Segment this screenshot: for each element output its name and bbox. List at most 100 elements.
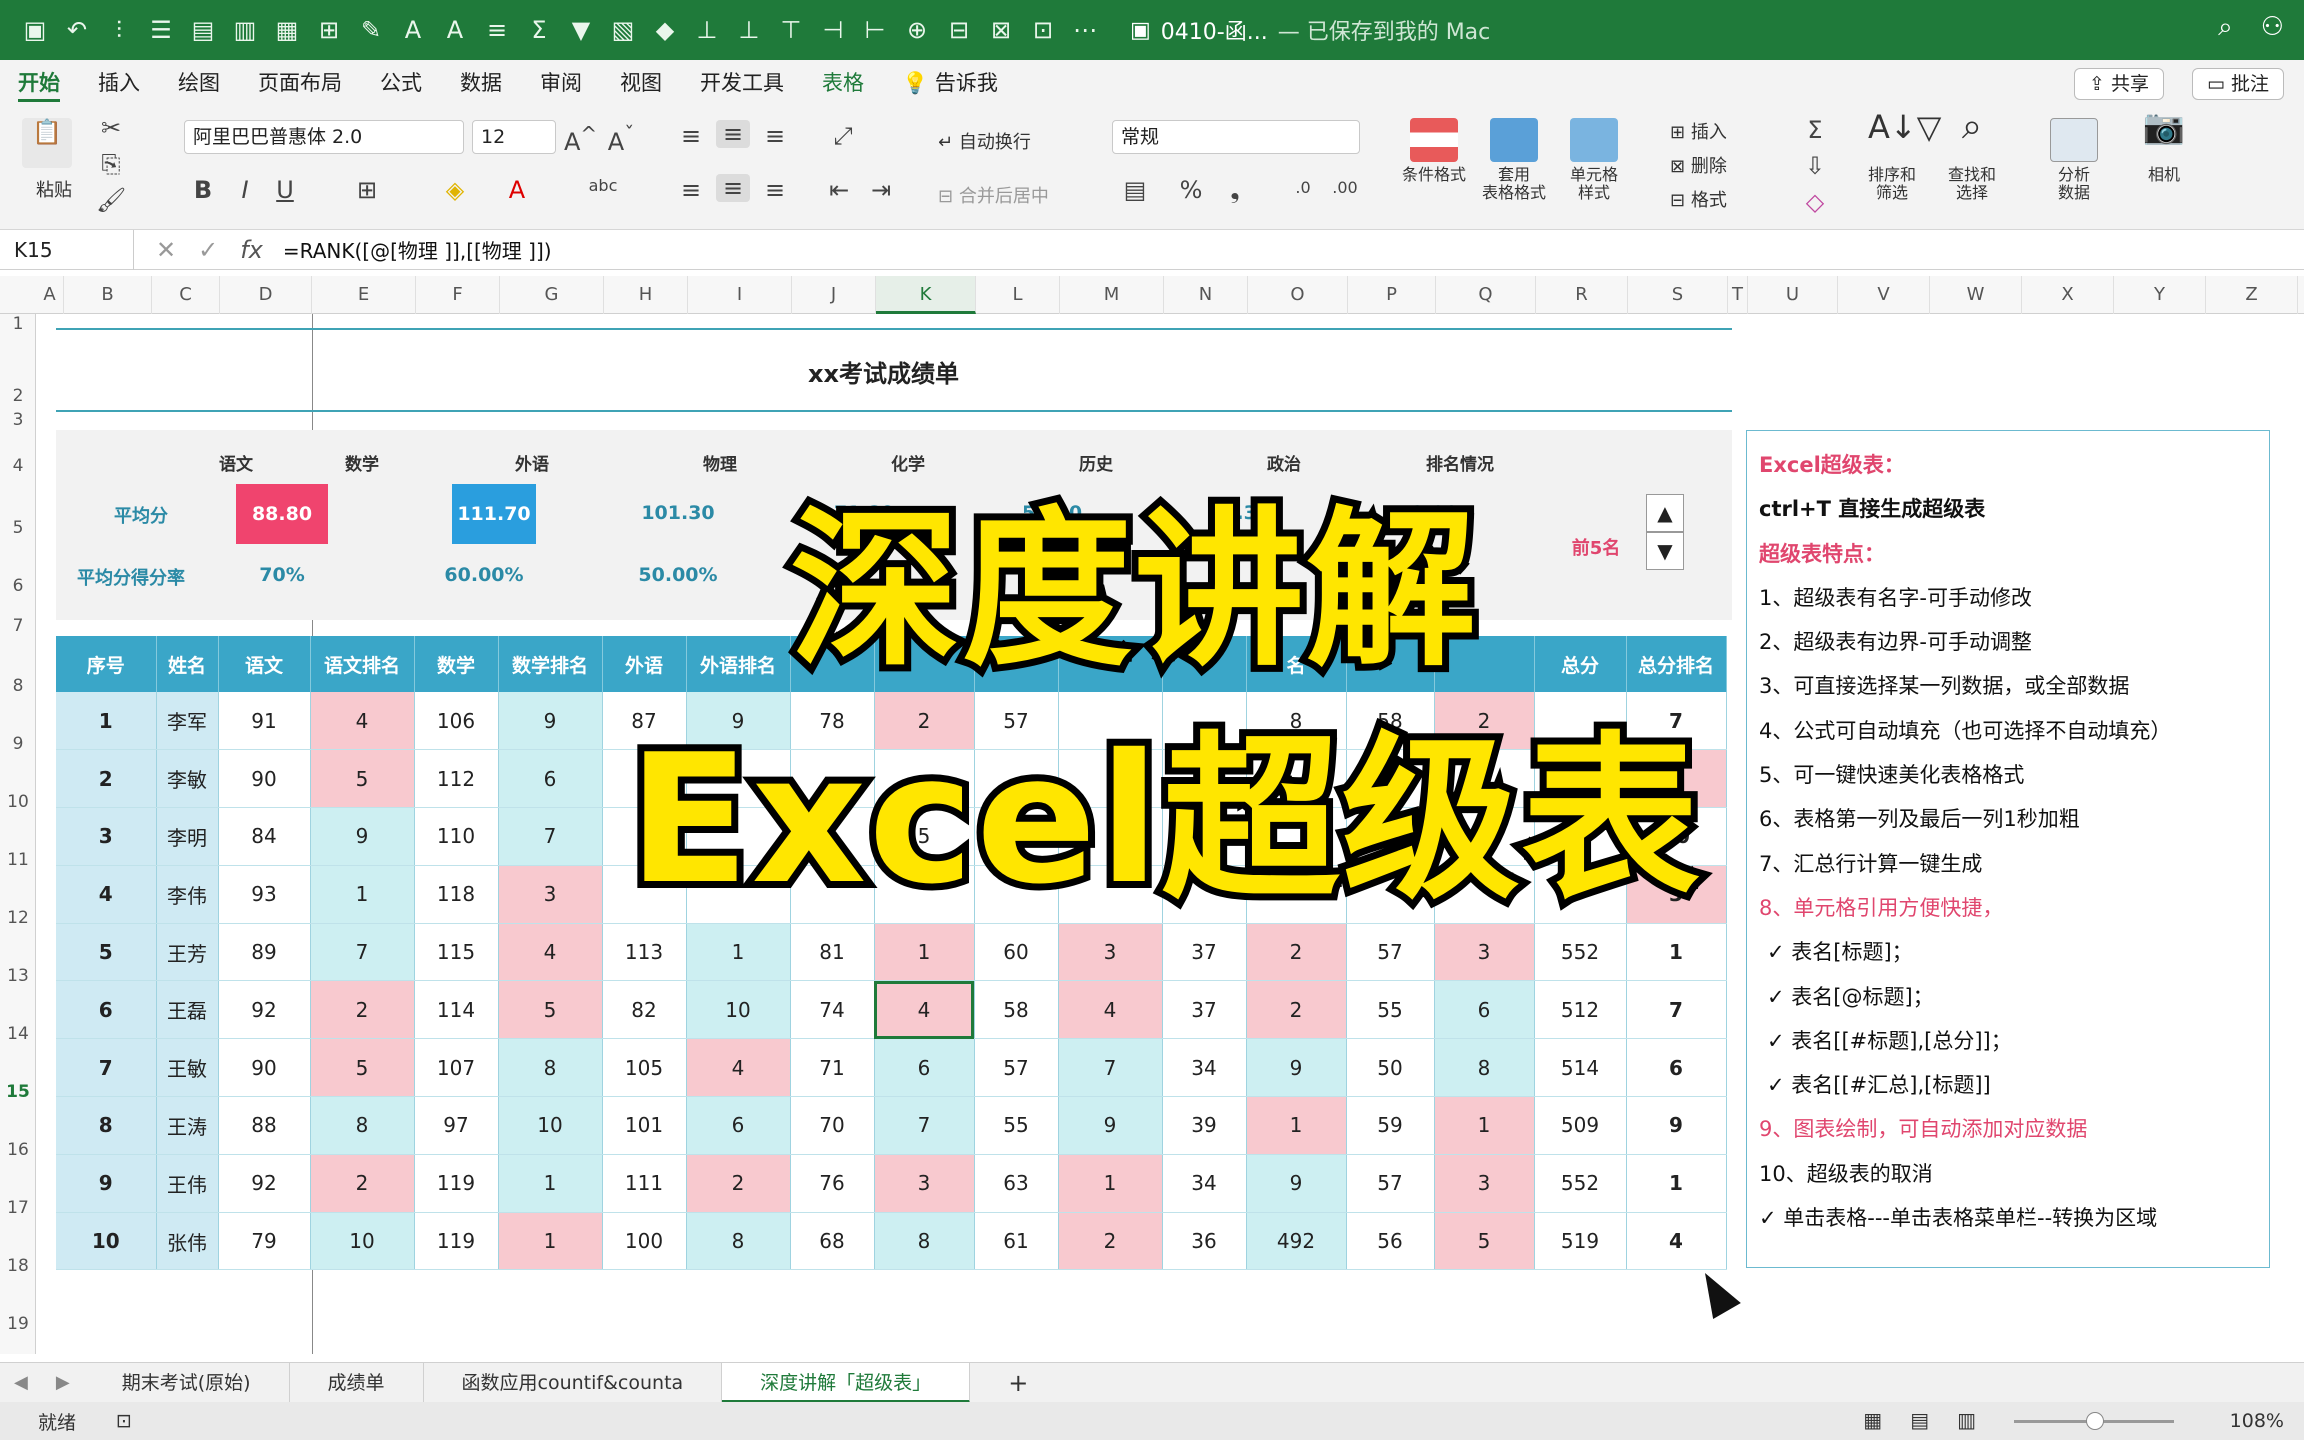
column-header[interactable]: P <box>1348 276 1436 314</box>
table-cell[interactable]: 7 <box>1626 980 1727 1040</box>
row-header[interactable]: 16 <box>0 1140 36 1160</box>
th-col-m[interactable] <box>1058 636 1163 692</box>
table-cell[interactable]: 36 <box>1162 1212 1247 1271</box>
table-cell[interactable] <box>874 749 975 809</box>
table-cell[interactable]: 34 <box>1162 1038 1247 1098</box>
table-cell[interactable]: 113 <box>602 923 687 982</box>
student-name-cell[interactable]: 李明 <box>156 807 219 866</box>
table-cell[interactable]: 8 <box>686 1212 791 1271</box>
row-header[interactable]: 12 <box>0 908 36 928</box>
toolbar-icon[interactable]: ⊣ <box>816 13 850 47</box>
column-header[interactable]: D <box>220 276 312 314</box>
row-index-cell[interactable]: 7 <box>56 1038 157 1098</box>
comma-icon[interactable]: ❟ <box>1222 176 1248 204</box>
column-header[interactable]: U <box>1748 276 1838 314</box>
tab-formulas[interactable]: 公式 <box>380 60 422 106</box>
tab-home[interactable]: 开始 <box>18 60 60 106</box>
tab-draw[interactable]: 绘图 <box>178 60 220 106</box>
prev-sheet-icon[interactable]: ◀ <box>0 1372 42 1393</box>
search-icon[interactable]: ⌕ <box>2218 12 2233 43</box>
table-cell[interactable]: 8 <box>874 1212 975 1271</box>
th-col-j[interactable] <box>790 636 875 692</box>
th-english[interactable]: 外语 <box>602 636 687 692</box>
column-header[interactable]: N <box>1164 276 1248 314</box>
save-icon[interactable]: ▣ <box>18 13 52 47</box>
th-index[interactable]: 序号 <box>56 636 157 692</box>
column-header[interactable]: Q <box>1436 276 1536 314</box>
conditional-format-button[interactable]: 条件格式 <box>1394 118 1474 184</box>
student-name-cell[interactable]: 王磊 <box>156 980 219 1040</box>
table-cell[interactable]: 60 <box>974 923 1059 982</box>
table-cell[interactable]: 79 <box>218 1212 311 1271</box>
th-english-rank[interactable]: 外语排名 <box>686 636 791 692</box>
toolbar-icon[interactable]: ▧ <box>606 13 640 47</box>
toolbar-icon[interactable]: ▤ <box>186 13 220 47</box>
font-size-select[interactable]: 12 <box>472 120 556 154</box>
th-col-k[interactable] <box>874 636 975 692</box>
toolbar-icon[interactable]: ⊡ <box>1026 13 1060 47</box>
student-name-cell[interactable]: 张伟 <box>156 1212 219 1271</box>
tab-view[interactable]: 视图 <box>620 60 662 106</box>
table-cell[interactable]: 112 <box>414 749 499 809</box>
table-cell[interactable] <box>974 865 1059 924</box>
table-cell[interactable]: 10 <box>1626 807 1727 866</box>
name-box[interactable]: K15 <box>0 229 134 270</box>
th-total[interactable]: 总分 <box>1534 636 1627 692</box>
table-cell[interactable]: 10 <box>498 1096 603 1155</box>
sheet-tab[interactable]: 函数应用countif&counta <box>424 1362 723 1403</box>
row-index-cell[interactable]: 4 <box>56 865 157 924</box>
th-col-p[interactable] <box>1346 636 1435 692</box>
student-name-cell[interactable]: 王伟 <box>156 1154 219 1213</box>
table-cell[interactable]: 9 <box>310 807 415 866</box>
row-header[interactable]: 11 <box>0 850 36 870</box>
toolbar-icon[interactable]: ⋯ <box>1068 13 1102 47</box>
table-cell[interactable]: 5 <box>498 980 603 1040</box>
phonetic-icon[interactable]: abc <box>586 176 620 195</box>
table-cell[interactable]: 10 <box>310 1212 415 1271</box>
sheet-tab-active[interactable]: 深度讲解「超级表」 <box>722 1362 971 1403</box>
table-cell[interactable]: 93 <box>218 865 311 924</box>
table-cell[interactable]: 110 <box>414 807 499 866</box>
table-cell[interactable] <box>1534 749 1627 809</box>
sort-filter-button[interactable]: A↓▽ 排序和 筛选 <box>1852 111 1941 202</box>
currency-icon[interactable]: ▤ <box>1118 176 1152 204</box>
autosum-icon[interactable]: Σ <box>1800 116 1830 144</box>
table-cell[interactable]: 119 <box>414 1154 499 1213</box>
table-cell[interactable]: 78 <box>790 692 875 751</box>
table-cell[interactable]: 101 <box>602 1096 687 1155</box>
table-cell[interactable]: 3 <box>1434 923 1535 982</box>
toolbar-icon[interactable]: ◆ <box>648 13 682 47</box>
table-cell[interactable]: 91 <box>218 692 311 751</box>
table-cell[interactable]: 492 <box>1246 1212 1347 1271</box>
table-cell[interactable] <box>686 807 791 866</box>
table-cell[interactable]: 1 <box>310 865 415 924</box>
table-cell[interactable]: 2 <box>1434 692 1535 751</box>
table-cell[interactable]: 1 <box>1058 1154 1163 1213</box>
grade-table[interactable]: 序号 姓名 语文 语文排名 数学 数学排名 外语 外语排名 名 总分 总分排名 … <box>56 636 1727 1271</box>
table-cell[interactable]: 9 <box>686 692 791 751</box>
confirm-icon[interactable]: ✓ <box>198 236 218 264</box>
orientation-icon[interactable]: ⤢ <box>828 122 858 150</box>
format-cells-button[interactable]: ⊟ 格式 <box>1670 186 1727 212</box>
table-cell[interactable]: 37 <box>1162 980 1247 1040</box>
align-middle-icon[interactable]: ≡ <box>716 120 750 148</box>
merge-center-button[interactable]: ⊟ 合并后居中 <box>938 182 1049 208</box>
clear-icon[interactable]: ◇ <box>1800 188 1830 216</box>
table-cell[interactable]: 37 <box>1162 923 1247 982</box>
delete-cells-button[interactable]: ⊠ 删除 <box>1670 152 1727 178</box>
comment-button[interactable]: ▭ 批注 <box>2191 68 2284 100</box>
th-total-rank[interactable]: 总分排名 <box>1626 636 1727 692</box>
table-cell[interactable] <box>1246 865 1347 924</box>
table-cell[interactable] <box>1058 865 1163 924</box>
fill-icon[interactable]: ⇩ <box>1800 152 1830 180</box>
table-cell[interactable] <box>790 749 875 809</box>
student-name-cell[interactable]: 王敏 <box>156 1038 219 1098</box>
table-cell[interactable]: 2 <box>310 980 415 1040</box>
find-select-button[interactable]: ⌕ 查找和 选择 <box>1932 109 2012 202</box>
column-header[interactable]: F <box>416 276 500 314</box>
align-left-icon[interactable]: ≡ <box>676 176 706 204</box>
toolbar-icon[interactable]: ⫶ <box>102 13 136 47</box>
table-cell[interactable]: 9 <box>1058 1096 1163 1155</box>
table-cell[interactable]: 6 <box>1434 980 1535 1040</box>
table-cell[interactable]: 9 <box>1246 1038 1347 1098</box>
